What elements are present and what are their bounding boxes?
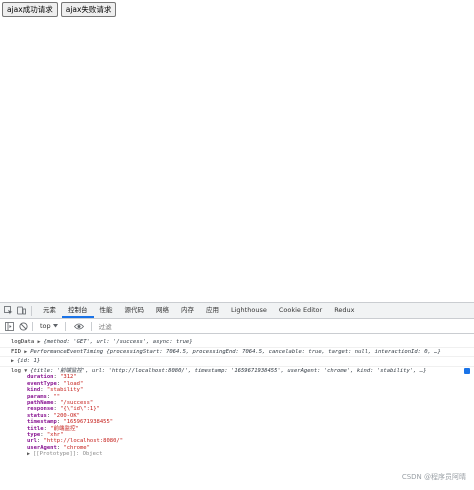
- property-value: "stability": [46, 387, 84, 394]
- property-value: "1659671938455": [63, 419, 114, 426]
- console-toolbar: top 过滤: [0, 319, 474, 334]
- toolbar-separator: [64, 321, 66, 331]
- context-selector[interactable]: top: [37, 322, 61, 330]
- property-value: "312": [60, 374, 77, 381]
- property-value: "http://localhost:8080/": [43, 438, 124, 445]
- console-message-label: FID: [11, 348, 21, 355]
- device-toolbar-icon[interactable]: [17, 306, 26, 315]
- filter-input[interactable]: 过滤: [87, 321, 112, 331]
- tab-sources[interactable]: 源代码: [119, 303, 151, 318]
- property-value: "chrome": [63, 444, 90, 451]
- object-preview[interactable]: {method: 'GET', url: '/success', async: …: [44, 339, 193, 345]
- property-key: url: [27, 438, 37, 445]
- tab-cookie-editor[interactable]: Cookie Editor: [273, 303, 328, 318]
- inspect-element-icon[interactable]: [4, 306, 13, 315]
- property-value: "load": [63, 380, 84, 387]
- prototype-label: [[Prototype]]: Object: [33, 451, 103, 458]
- live-expression-eye-icon[interactable]: [73, 321, 84, 331]
- console-message-fid: FID ▶ PerformanceEventTiming {processingS…: [0, 348, 474, 358]
- console-message-log: log ▼ {title: '前端监控', url: 'http://localh…: [0, 367, 474, 459]
- property-value: "200-OK": [53, 412, 81, 419]
- prototype-row[interactable]: ▶ [[Prototype]]: Object: [11, 451, 470, 458]
- property-value: "": [53, 393, 61, 400]
- tab-performance[interactable]: 性能: [94, 303, 119, 318]
- ajax-fail-button[interactable]: ajax失败请求: [60, 2, 117, 17]
- tab-redux[interactable]: Redux: [328, 303, 360, 318]
- console-message-id: ▶ {id: 1}: [0, 357, 474, 367]
- tab-separator: [31, 305, 32, 316]
- object-preview[interactable]: {id: 1}: [17, 358, 40, 364]
- devtools-panel: 元素 控制台 性能 源代码 网络 内存 应用 Lighthouse Cookie…: [0, 302, 474, 490]
- object-preview[interactable]: {title: '前端监控', url: 'http://localhost:8…: [30, 368, 426, 374]
- tab-network[interactable]: 网络: [150, 303, 175, 318]
- property-key: type: [27, 432, 41, 439]
- property-separator: :: [40, 432, 47, 439]
- property-value: "前端监控": [50, 425, 79, 432]
- property-key: kind: [27, 387, 41, 394]
- property-key: userAgent: [27, 444, 57, 451]
- toolbar-separator: [32, 321, 33, 331]
- property-key: params: [27, 393, 47, 400]
- property-value: "xhr": [46, 432, 64, 439]
- toolbar-separator: [90, 321, 92, 331]
- devtools-tab-bar: 元素 控制台 性能 源代码 网络 内存 应用 Lighthouse Cookie…: [0, 303, 474, 319]
- object-properties: duration: "312" eventType: "load" kind: "s…: [11, 374, 470, 451]
- tab-application[interactable]: 应用: [200, 303, 225, 318]
- console-message-logdata: logData ▶ {method: 'GET', url: '/success'…: [0, 338, 474, 348]
- console-output: logData ▶ {method: 'GET', url: '/success'…: [0, 334, 474, 459]
- filter-placeholder: 过滤: [98, 323, 112, 331]
- object-type: PerformanceEventTiming: [30, 348, 104, 355]
- chevron-down-icon: [52, 322, 58, 330]
- ajax-success-button[interactable]: ajax成功请求: [2, 2, 58, 17]
- property-key: pathName: [27, 400, 54, 406]
- property-separator: :: [36, 438, 44, 445]
- property-value: "{\"id\":1}": [60, 406, 100, 413]
- property-key: title: [27, 425, 44, 432]
- info-icon[interactable]: [464, 367, 470, 374]
- property-key: duration: [27, 374, 54, 381]
- sidebar-toggle-icon[interactable]: [4, 321, 14, 331]
- property-key: response: [27, 406, 54, 413]
- object-preview[interactable]: {processingStart: 7064.5, processingEnd:…: [106, 349, 440, 355]
- property-value: "/success": [60, 400, 94, 406]
- page-button-row: ajax成功请求 ajax失败请求: [2, 2, 117, 17]
- property-separator: :: [46, 412, 54, 419]
- property-key: status: [27, 412, 47, 419]
- console-message-label: logData: [11, 339, 35, 345]
- property-separator: :: [40, 387, 47, 394]
- property-key: eventType: [27, 380, 57, 387]
- console-message-label: log: [11, 367, 21, 374]
- tab-elements[interactable]: 元素: [37, 303, 62, 318]
- tab-console[interactable]: 控制台: [62, 303, 94, 318]
- property-key: timestamp: [27, 419, 57, 426]
- property-separator: :: [46, 393, 54, 400]
- clear-console-icon[interactable]: [18, 321, 28, 331]
- tab-memory[interactable]: 内存: [175, 303, 200, 318]
- csdn-watermark: CSDN @程序员阿晴: [401, 473, 466, 481]
- context-selector-value: top: [40, 322, 51, 330]
- tab-lighthouse[interactable]: Lighthouse: [225, 303, 273, 318]
